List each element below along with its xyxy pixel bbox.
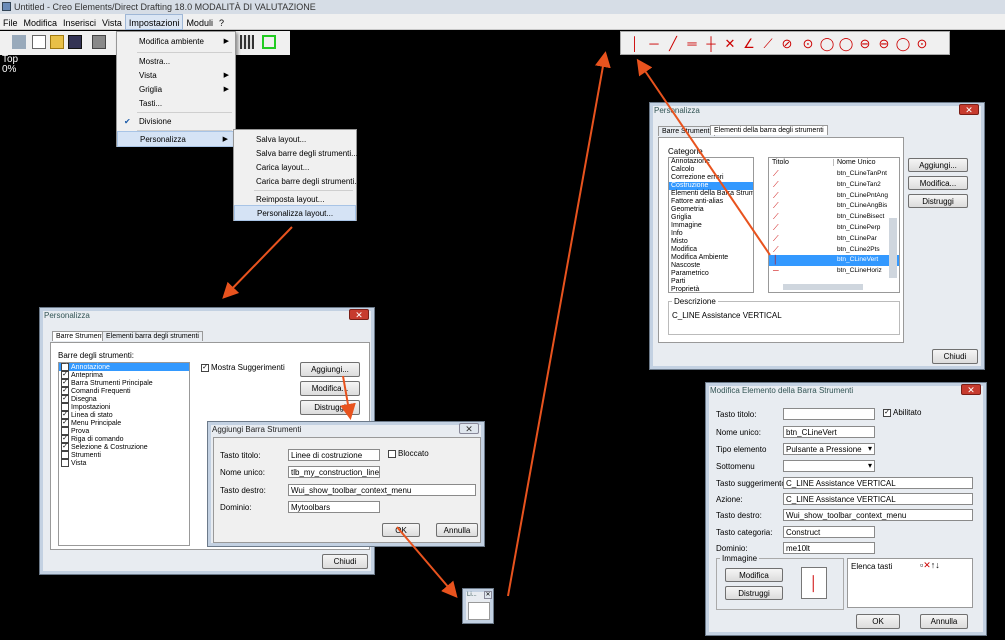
annotation-arrows bbox=[222, 51, 771, 599]
arrow-item-to-toolbar bbox=[636, 58, 771, 256]
arrow-to-add-toolbar bbox=[340, 375, 356, 420]
arrow-to-personalizza-dialog bbox=[222, 226, 293, 299]
arrow-to-mini-window bbox=[396, 526, 458, 599]
arrow-to-toolbar bbox=[507, 51, 611, 597]
